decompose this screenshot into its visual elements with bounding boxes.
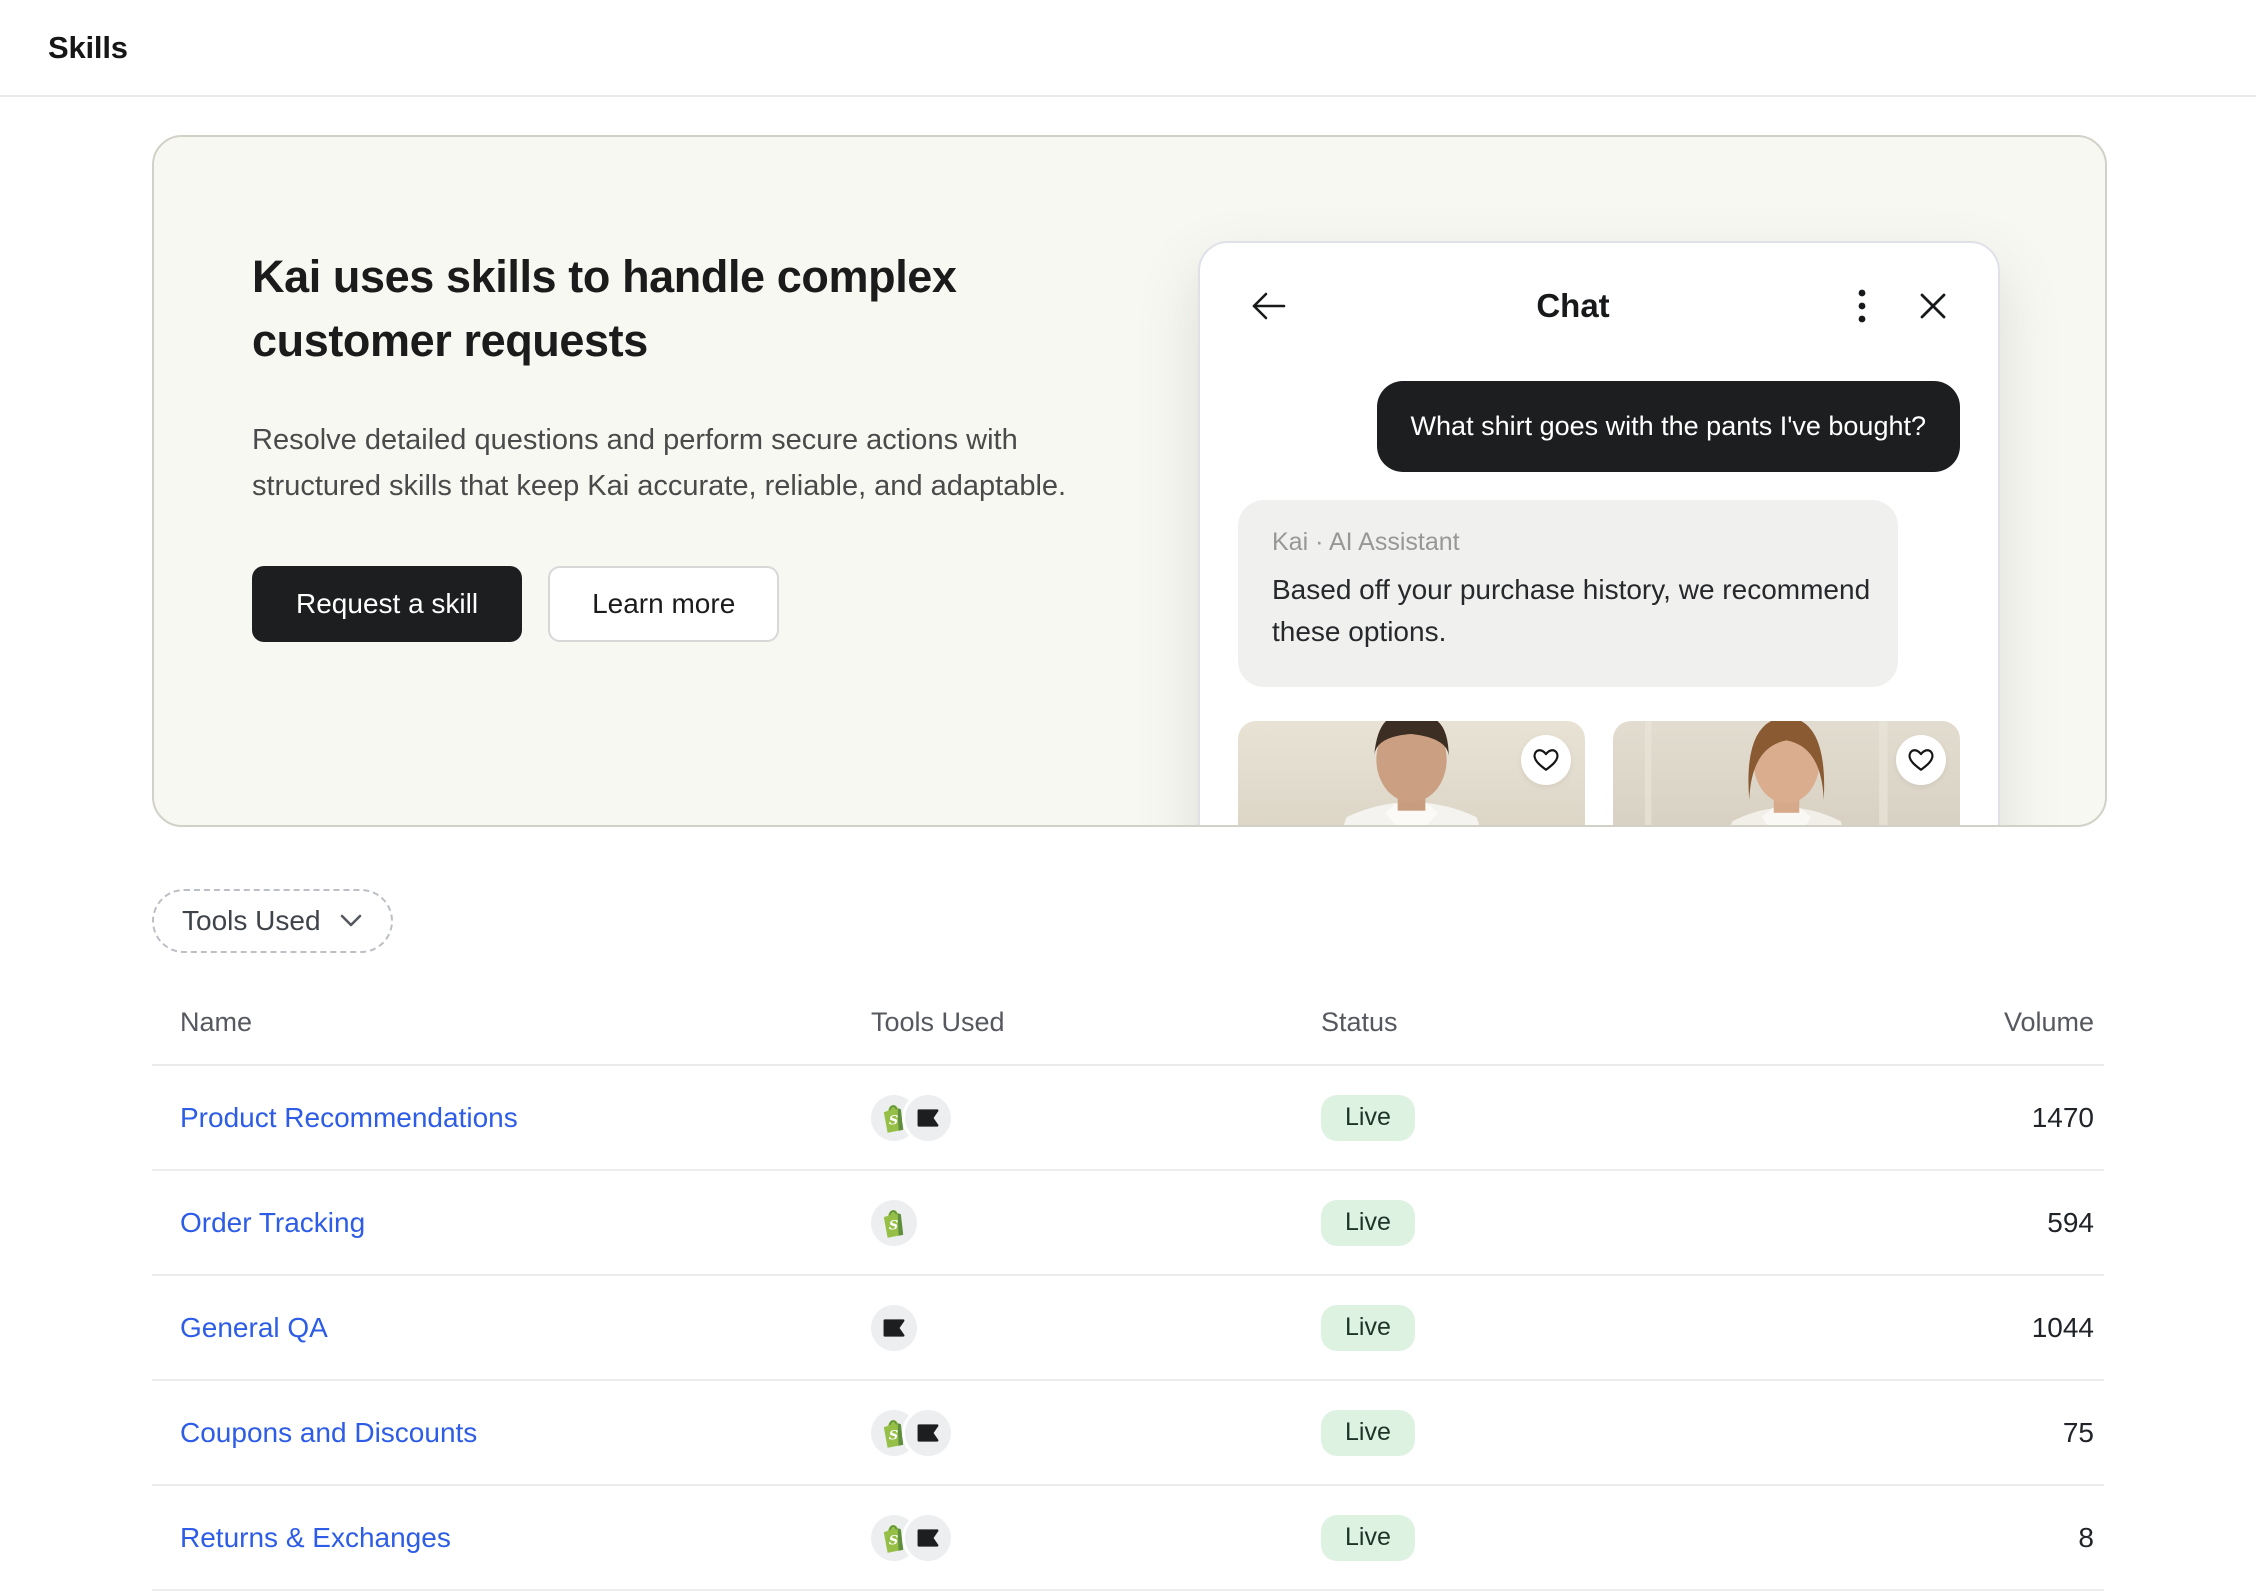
- tools-used-filter-label: Tools Used: [182, 905, 321, 937]
- table-row: General QA Live 1044: [152, 1276, 2104, 1381]
- volume-cell: 75: [1841, 1417, 2094, 1449]
- flag-icon: [905, 1410, 951, 1456]
- table-body: Product Recommendations S Live 1470 Orde…: [152, 1066, 2104, 1591]
- tools-used-cell: S: [871, 1200, 1321, 1246]
- chat-title: Chat: [1288, 287, 1858, 325]
- table-header-row: Name Tools Used Status Volume: [152, 953, 2104, 1066]
- skill-name-cell: Coupons and Discounts: [180, 1417, 871, 1449]
- status-badge: Live: [1321, 1095, 1415, 1141]
- flag-icon: [905, 1515, 951, 1561]
- status-badge: Live: [1321, 1200, 1415, 1246]
- svg-text:S: S: [889, 1533, 898, 1548]
- tools-used-cell: [871, 1305, 1321, 1351]
- shopify-icon: S: [871, 1200, 917, 1246]
- assistant-message-text: Based off your purchase history, we reco…: [1272, 569, 1872, 653]
- hero-buttons: Request a skill Learn more: [252, 566, 1232, 642]
- column-header-name: Name: [180, 1007, 871, 1038]
- favorite-heart-icon[interactable]: [1896, 735, 1946, 785]
- product-card[interactable]: [1613, 721, 1960, 827]
- skill-link[interactable]: Coupons and Discounts: [180, 1417, 477, 1448]
- svg-text:S: S: [889, 1428, 898, 1443]
- hero-description: Resolve detailed questions and perform s…: [252, 417, 1092, 510]
- skill-name-cell: General QA: [180, 1312, 871, 1344]
- skill-link[interactable]: Product Recommendations: [180, 1102, 518, 1133]
- tools-used-filter[interactable]: Tools Used: [152, 889, 393, 953]
- table-row: Product Recommendations S Live 1470: [152, 1066, 2104, 1171]
- chat-body: What shirt goes with the pants I've boug…: [1200, 381, 1998, 827]
- hero-content: Kai uses skills to handle complex custom…: [252, 245, 1232, 642]
- chat-header: Chat: [1200, 243, 1998, 325]
- hero-banner: Kai uses skills to handle complex custom…: [152, 135, 2107, 827]
- skill-link[interactable]: General QA: [180, 1312, 328, 1343]
- skills-table: Name Tools Used Status Volume Product Re…: [152, 953, 2104, 1591]
- product-card[interactable]: [1238, 721, 1585, 827]
- page-title: Skills: [48, 30, 128, 66]
- skill-link[interactable]: Order Tracking: [180, 1207, 365, 1238]
- close-icon[interactable]: [1918, 291, 1948, 321]
- column-header-status: Status: [1321, 1007, 1841, 1038]
- status-badge: Live: [1321, 1305, 1415, 1351]
- table-row: Returns & Exchanges S Live 8: [152, 1486, 2104, 1591]
- status-badge: Live: [1321, 1515, 1415, 1561]
- tools-used-cell: S: [871, 1410, 1321, 1456]
- volume-cell: 1470: [1841, 1102, 2094, 1134]
- status-cell: Live: [1321, 1200, 1841, 1246]
- tools-used-cell: S: [871, 1095, 1321, 1141]
- volume-cell: 1044: [1841, 1312, 2094, 1344]
- user-message-bubble: What shirt goes with the pants I've boug…: [1377, 381, 1960, 472]
- chat-preview-card: Chat What shirt goes with the pants I've…: [1198, 241, 2000, 827]
- column-header-tools-used: Tools Used: [871, 1007, 1321, 1038]
- skill-name-cell: Returns & Exchanges: [180, 1522, 871, 1554]
- learn-more-button[interactable]: Learn more: [548, 566, 779, 642]
- status-cell: Live: [1321, 1095, 1841, 1141]
- svg-text:S: S: [889, 1218, 898, 1233]
- flag-icon: [871, 1305, 917, 1351]
- back-arrow-icon[interactable]: [1250, 290, 1288, 322]
- skill-link[interactable]: Returns & Exchanges: [180, 1522, 451, 1553]
- request-skill-button[interactable]: Request a skill: [252, 566, 522, 642]
- assistant-label: Kai · AI Assistant: [1272, 528, 1864, 557]
- tools-used-cell: S: [871, 1515, 1321, 1561]
- assistant-message-bubble: Kai · AI Assistant Based off your purcha…: [1238, 500, 1898, 687]
- hero-heading: Kai uses skills to handle complex custom…: [252, 245, 1152, 373]
- topbar: Skills: [0, 0, 2256, 97]
- skill-name-cell: Order Tracking: [180, 1207, 871, 1239]
- chat-header-actions: [1858, 289, 1948, 323]
- volume-cell: 8: [1841, 1522, 2094, 1554]
- kebab-menu-icon[interactable]: [1858, 289, 1866, 323]
- table-row: Order Tracking S Live 594: [152, 1171, 2104, 1276]
- flag-icon: [905, 1095, 951, 1141]
- status-cell: Live: [1321, 1305, 1841, 1351]
- table-row: Coupons and Discounts S Live 75: [152, 1381, 2104, 1486]
- status-cell: Live: [1321, 1515, 1841, 1561]
- volume-cell: 594: [1841, 1207, 2094, 1239]
- product-recommendations-row: [1238, 721, 1960, 827]
- status-cell: Live: [1321, 1410, 1841, 1456]
- skill-name-cell: Product Recommendations: [180, 1102, 871, 1134]
- favorite-heart-icon[interactable]: [1521, 735, 1571, 785]
- column-header-volume: Volume: [1841, 1007, 2094, 1038]
- status-badge: Live: [1321, 1410, 1415, 1456]
- svg-text:S: S: [889, 1113, 898, 1128]
- chevron-down-icon: [339, 913, 363, 929]
